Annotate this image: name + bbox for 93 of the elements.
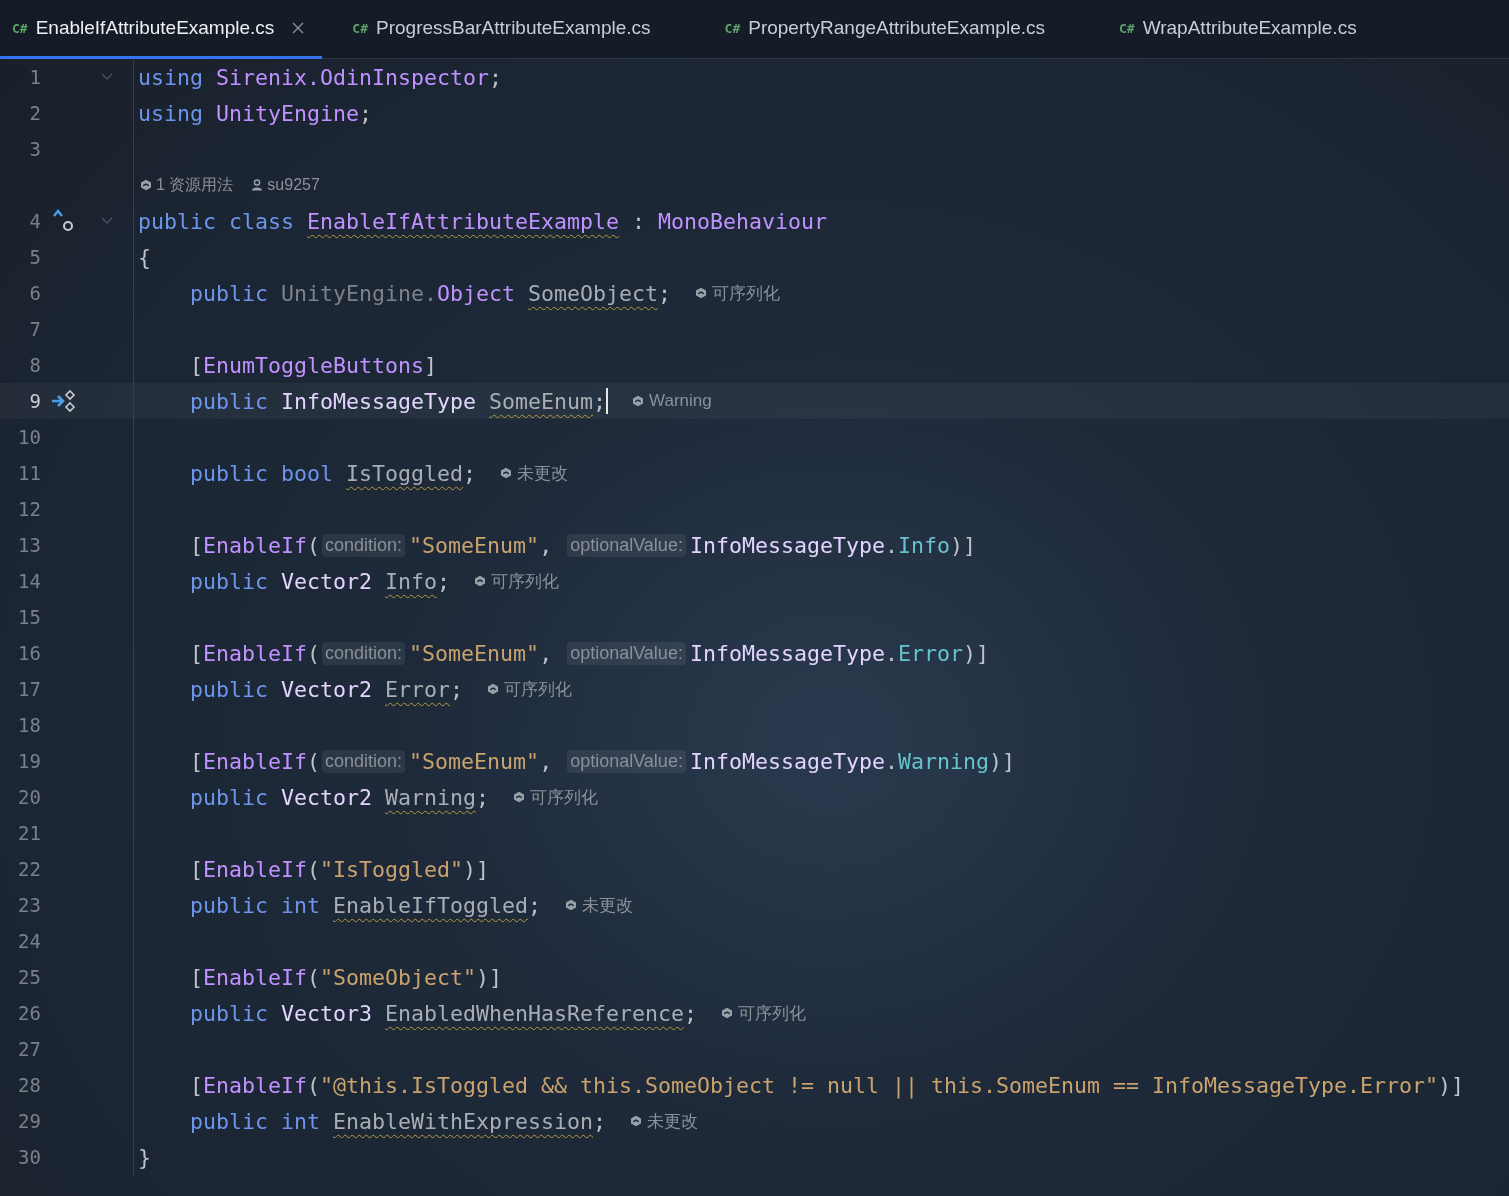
caret-circle-icon[interactable] bbox=[51, 208, 75, 234]
user-icon bbox=[251, 179, 264, 191]
code-text: [EnableIf( bbox=[190, 640, 321, 666]
cube-icon bbox=[474, 575, 487, 587]
line-number: 24 bbox=[17, 930, 41, 952]
cube-icon bbox=[140, 179, 152, 191]
line-number: 27 bbox=[17, 1038, 41, 1060]
inlay-hint: 可序列化 bbox=[491, 570, 560, 593]
code-text: public int EnableWithExpression; bbox=[190, 1108, 607, 1134]
inlay-hint: 可序列化 bbox=[530, 786, 599, 809]
line-number: 2 bbox=[28, 102, 41, 124]
inlay-hint: 未更改 bbox=[582, 894, 634, 917]
cube-icon bbox=[487, 683, 500, 695]
cube-icon bbox=[500, 467, 513, 479]
code-text: public class EnableIfAttributeExample : MonoBehaviour bbox=[138, 208, 828, 234]
parameter-hint: optionalValue: bbox=[567, 641, 686, 665]
line-number: 15 bbox=[17, 606, 41, 628]
line-number: 20 bbox=[17, 786, 41, 808]
line-number: 9 bbox=[28, 390, 41, 412]
parameter-hint: optionalValue: bbox=[567, 533, 686, 557]
code-text: InfoMessageType.Warning)] bbox=[689, 748, 1015, 774]
close-icon[interactable] bbox=[292, 22, 305, 34]
parameter-hint: condition: bbox=[322, 641, 406, 665]
code-lens-text[interactable]: 1 资源用法 bbox=[156, 174, 234, 196]
code-text: "SomeEnum", bbox=[409, 640, 554, 666]
parameter-hint: condition: bbox=[322, 533, 406, 557]
code-text: InfoMessageType.Info)] bbox=[689, 532, 976, 558]
cube-icon bbox=[513, 791, 526, 803]
text-cursor bbox=[606, 388, 609, 414]
code-text: { bbox=[138, 244, 151, 270]
code-text: public Vector2 Info; bbox=[190, 568, 451, 594]
arrow-diamond-icon[interactable] bbox=[51, 389, 77, 413]
line-number: 25 bbox=[17, 966, 41, 988]
line-number: 16 bbox=[17, 642, 41, 664]
parameter-hint: optionalValue: bbox=[567, 749, 686, 773]
cube-icon bbox=[632, 395, 645, 407]
line-number: 26 bbox=[17, 1002, 41, 1024]
code-text: public InfoMessageType SomeEnum; bbox=[190, 388, 607, 414]
line-number: 6 bbox=[28, 282, 41, 304]
line-number: 30 bbox=[17, 1146, 41, 1168]
code-text: [EnableIf( bbox=[190, 532, 321, 558]
code-text: [EnableIf("SomeObject")] bbox=[190, 964, 503, 990]
line-number: 1 bbox=[28, 66, 41, 88]
line-number: 4 bbox=[28, 210, 41, 232]
line-number: 22 bbox=[17, 858, 41, 880]
line-number: 7 bbox=[28, 318, 41, 340]
code-text: InfoMessageType.Error)] bbox=[689, 640, 989, 666]
line-number: 11 bbox=[17, 462, 41, 484]
code-text: public int EnableIfToggled; bbox=[190, 892, 542, 918]
cube-icon bbox=[721, 1007, 734, 1019]
code-text: using UnityEngine; bbox=[138, 100, 373, 126]
code-text: using Sirenix.OdinInspector; bbox=[138, 64, 503, 90]
code-text: public Vector2 Warning; bbox=[190, 784, 490, 810]
code-text: } bbox=[138, 1144, 151, 1170]
code-lens-text[interactable]: su9257 bbox=[267, 176, 320, 194]
cube-icon bbox=[630, 1115, 643, 1127]
code-text: public Vector2 Error; bbox=[190, 676, 464, 702]
inlay-hint: 可序列化 bbox=[738, 1002, 807, 1025]
code-text: [EnableIf( bbox=[190, 748, 321, 774]
line-number: 5 bbox=[28, 246, 41, 268]
line-number: 21 bbox=[17, 822, 41, 844]
parameter-hint: condition: bbox=[322, 749, 406, 773]
code-text: "SomeEnum", bbox=[409, 748, 554, 774]
inlay-hint: 未更改 bbox=[647, 1110, 699, 1133]
line-number: 14 bbox=[17, 570, 41, 592]
file-tab[interactable]: C# ProgressBarAttributeExample.cs bbox=[340, 0, 713, 59]
inlay-hint: 未更改 bbox=[517, 462, 569, 485]
line-number: 19 bbox=[17, 750, 41, 772]
code-text: "SomeEnum", bbox=[409, 532, 554, 558]
line-number: 23 bbox=[17, 894, 41, 916]
code-text: [EnableIf("@this.IsToggled && this.SomeObject != null || this.SomeEnum == InfoMessageType.Error")] bbox=[190, 1072, 1465, 1098]
code-text: [EnumToggleButtons] bbox=[190, 352, 438, 378]
inlay-hint: 可序列化 bbox=[504, 678, 573, 701]
file-tab[interactable]: C# EnableIfAttributeExample.cs bbox=[0, 0, 323, 59]
line-number: 10 bbox=[17, 426, 41, 448]
line-number: 29 bbox=[17, 1110, 41, 1132]
cube-icon bbox=[565, 899, 578, 911]
code-text: public bool IsToggled; bbox=[190, 460, 477, 486]
line-number: 12 bbox=[17, 498, 41, 520]
code-text: public UnityEngine.Object SomeObject; bbox=[190, 280, 672, 306]
inlay-hint: Warning bbox=[649, 391, 712, 411]
line-number: 28 bbox=[17, 1074, 41, 1096]
line-number: 18 bbox=[17, 714, 41, 736]
line-number: 8 bbox=[28, 354, 41, 376]
line-number: 13 bbox=[17, 534, 41, 556]
line-number: 3 bbox=[28, 138, 41, 160]
cube-icon bbox=[695, 287, 708, 299]
code-text: public Vector3 EnabledWhenHasReference; bbox=[190, 1000, 698, 1026]
line-number: 17 bbox=[17, 678, 41, 700]
code-text: [EnableIf("IsToggled")] bbox=[190, 856, 490, 882]
inlay-hint: 可序列化 bbox=[712, 282, 781, 305]
file-tab[interactable]: C# WrapAttributeExample.cs bbox=[1107, 0, 1419, 59]
file-tab[interactable]: C# PropertyRangeAttributeExample.cs bbox=[712, 0, 1107, 59]
